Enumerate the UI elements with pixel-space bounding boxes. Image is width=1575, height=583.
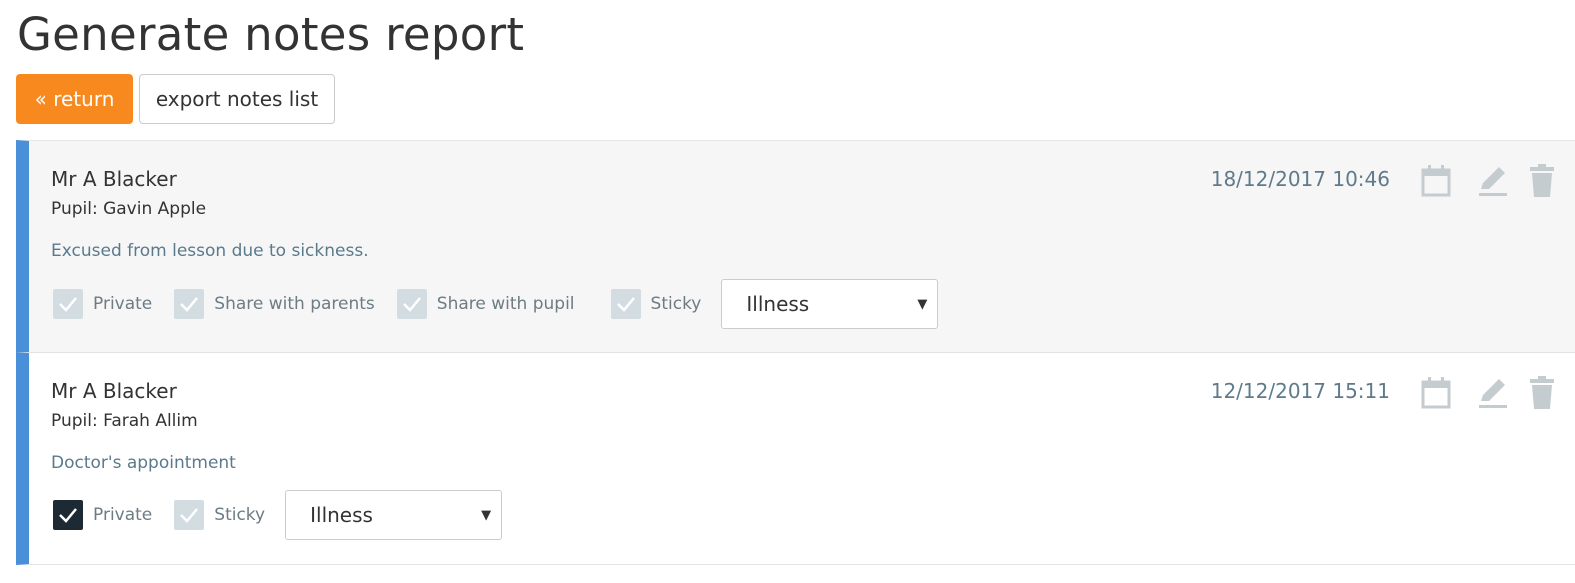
checkbox-box[interactable] [396, 289, 427, 319]
note-card: Mr A Blacker Pupil: Gavin Apple Excused … [16, 140, 1575, 353]
calendar-icon[interactable] [1419, 163, 1453, 199]
note-datetime: 18/12/2017 10:46 [1210, 167, 1390, 191]
pencil-icon[interactable] [1475, 375, 1509, 411]
caret-down-icon: ▼ [481, 507, 492, 523]
checkbox-label: Sticky [650, 294, 702, 314]
checkbox-box[interactable] [610, 289, 641, 319]
sticky-checkbox[interactable]: Sticky [174, 500, 265, 530]
checkmark-icon [59, 508, 77, 523]
checkbox-box[interactable] [174, 500, 205, 530]
note-card: Mr A Blacker Pupil: Farah Allim Doctor's… [16, 353, 1575, 565]
checkmark-icon [180, 297, 199, 312]
checkmark-icon [59, 297, 77, 312]
share-with-parents-checkbox[interactable]: Share with parents [174, 289, 375, 319]
checkbox-label: Private [93, 294, 153, 314]
note-pupil: Pupil: Gavin Apple [51, 199, 207, 219]
note-datetime: 12/12/2017 15:11 [1210, 379, 1390, 403]
note-author: Mr A Blacker [51, 167, 177, 191]
trash-icon[interactable] [1525, 163, 1559, 199]
sticky-checkbox[interactable]: Sticky [610, 289, 702, 319]
note-pupil: Pupil: Farah Allim [51, 411, 198, 431]
checkbox-label: Private [93, 505, 153, 525]
export-notes-list-button[interactable]: export notes list [139, 74, 335, 124]
checkbox-box[interactable] [174, 289, 205, 319]
checkmark-icon [180, 508, 199, 523]
note-text: Excused from lesson due to sickness. [51, 241, 369, 261]
checkbox-label: Share with parents [214, 294, 375, 314]
private-checkbox[interactable]: Private [53, 500, 152, 530]
checkbox-label: Sticky [214, 505, 266, 525]
category-select[interactable]: Illness ▼ [285, 490, 503, 540]
checkmark-icon [402, 297, 421, 312]
toolbar: « return export notes list [16, 74, 335, 124]
checkmark-icon [616, 297, 635, 312]
caret-down-icon: ▼ [917, 296, 928, 312]
category-select-value: Illness [746, 292, 810, 316]
trash-icon[interactable] [1525, 375, 1559, 411]
share-with-pupil-checkbox[interactable]: Share with pupil [396, 289, 575, 319]
category-select-value: Illness [310, 503, 373, 527]
checkbox-box[interactable] [53, 500, 83, 530]
pencil-icon[interactable] [1475, 163, 1509, 199]
note-options: Private Sticky Illness ▼ [53, 490, 503, 540]
note-author: Mr A Blacker [51, 379, 177, 403]
return-button[interactable]: « return [16, 74, 133, 124]
page-title: Generate notes report [17, 8, 525, 61]
checkbox-label: Share with pupil [436, 294, 575, 314]
calendar-icon[interactable] [1419, 375, 1453, 411]
category-select[interactable]: Illness ▼ [721, 279, 939, 329]
note-text: Doctor's appointment [51, 453, 236, 473]
private-checkbox[interactable]: Private [53, 289, 152, 319]
checkbox-box[interactable] [53, 289, 83, 319]
note-options: Private Share with parents Share with pu… [53, 279, 939, 329]
